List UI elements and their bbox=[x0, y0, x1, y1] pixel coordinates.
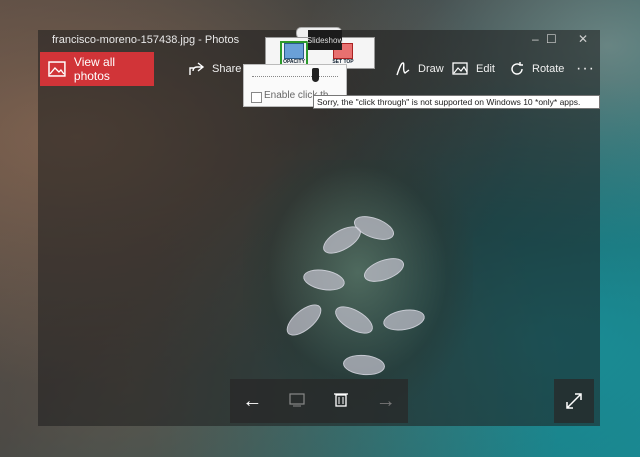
photo-content bbox=[381, 306, 427, 334]
opacity-icon bbox=[284, 43, 304, 59]
window-title: francisco-moreno-157438.jpg - Photos bbox=[52, 34, 240, 46]
close-button[interactable]: ✕ bbox=[578, 32, 588, 46]
photo-content bbox=[342, 353, 386, 377]
share-label: Share bbox=[212, 63, 242, 75]
opacity-slider-thumb[interactable] bbox=[312, 68, 319, 82]
maximize-button[interactable]: ☐ bbox=[546, 32, 557, 46]
view-all-photos-button[interactable]: View all photos bbox=[40, 52, 154, 86]
left-arrow-icon[interactable]: ← bbox=[236, 390, 268, 413]
fullscreen-icon bbox=[566, 393, 582, 409]
edit-button[interactable]: Edit bbox=[452, 52, 495, 86]
image-icon bbox=[48, 61, 66, 77]
draw-button[interactable]: Draw bbox=[394, 52, 444, 86]
draw-icon bbox=[396, 62, 410, 76]
edit-icon bbox=[452, 62, 468, 75]
more-icon[interactable]: ··· bbox=[576, 52, 595, 86]
frame-icon[interactable] bbox=[281, 390, 313, 413]
rotate-button[interactable]: Rotate bbox=[508, 52, 564, 86]
minimize-button[interactable]: – bbox=[532, 32, 539, 46]
view-all-photos-label: View all photos bbox=[73, 55, 116, 83]
photo-content bbox=[281, 298, 327, 342]
photo-view[interactable] bbox=[243, 160, 473, 410]
right-arrow-icon[interactable]: → bbox=[370, 390, 402, 413]
photo-nav-bar: ← → bbox=[230, 379, 408, 423]
share-icon bbox=[189, 62, 205, 75]
share-button[interactable]: Share bbox=[188, 52, 241, 86]
slideshow-button[interactable]: Slideshow bbox=[306, 30, 344, 50]
slideshow-label: Slideshow bbox=[306, 35, 344, 45]
rotate-icon bbox=[511, 62, 523, 75]
opacity-slider-track[interactable] bbox=[252, 76, 338, 78]
photo-content bbox=[360, 253, 408, 287]
edit-label: Edit bbox=[476, 63, 495, 75]
photo-content bbox=[301, 266, 347, 294]
fullscreen-button[interactable] bbox=[554, 379, 594, 423]
trash-icon[interactable] bbox=[325, 390, 357, 413]
click-through-tooltip: Sorry, the "click through" is not suppor… bbox=[313, 95, 600, 109]
rotate-label: Rotate bbox=[532, 63, 565, 75]
photo-content bbox=[330, 300, 378, 340]
enable-click-through-checkbox[interactable] bbox=[251, 92, 262, 103]
draw-label: Draw bbox=[418, 63, 444, 75]
